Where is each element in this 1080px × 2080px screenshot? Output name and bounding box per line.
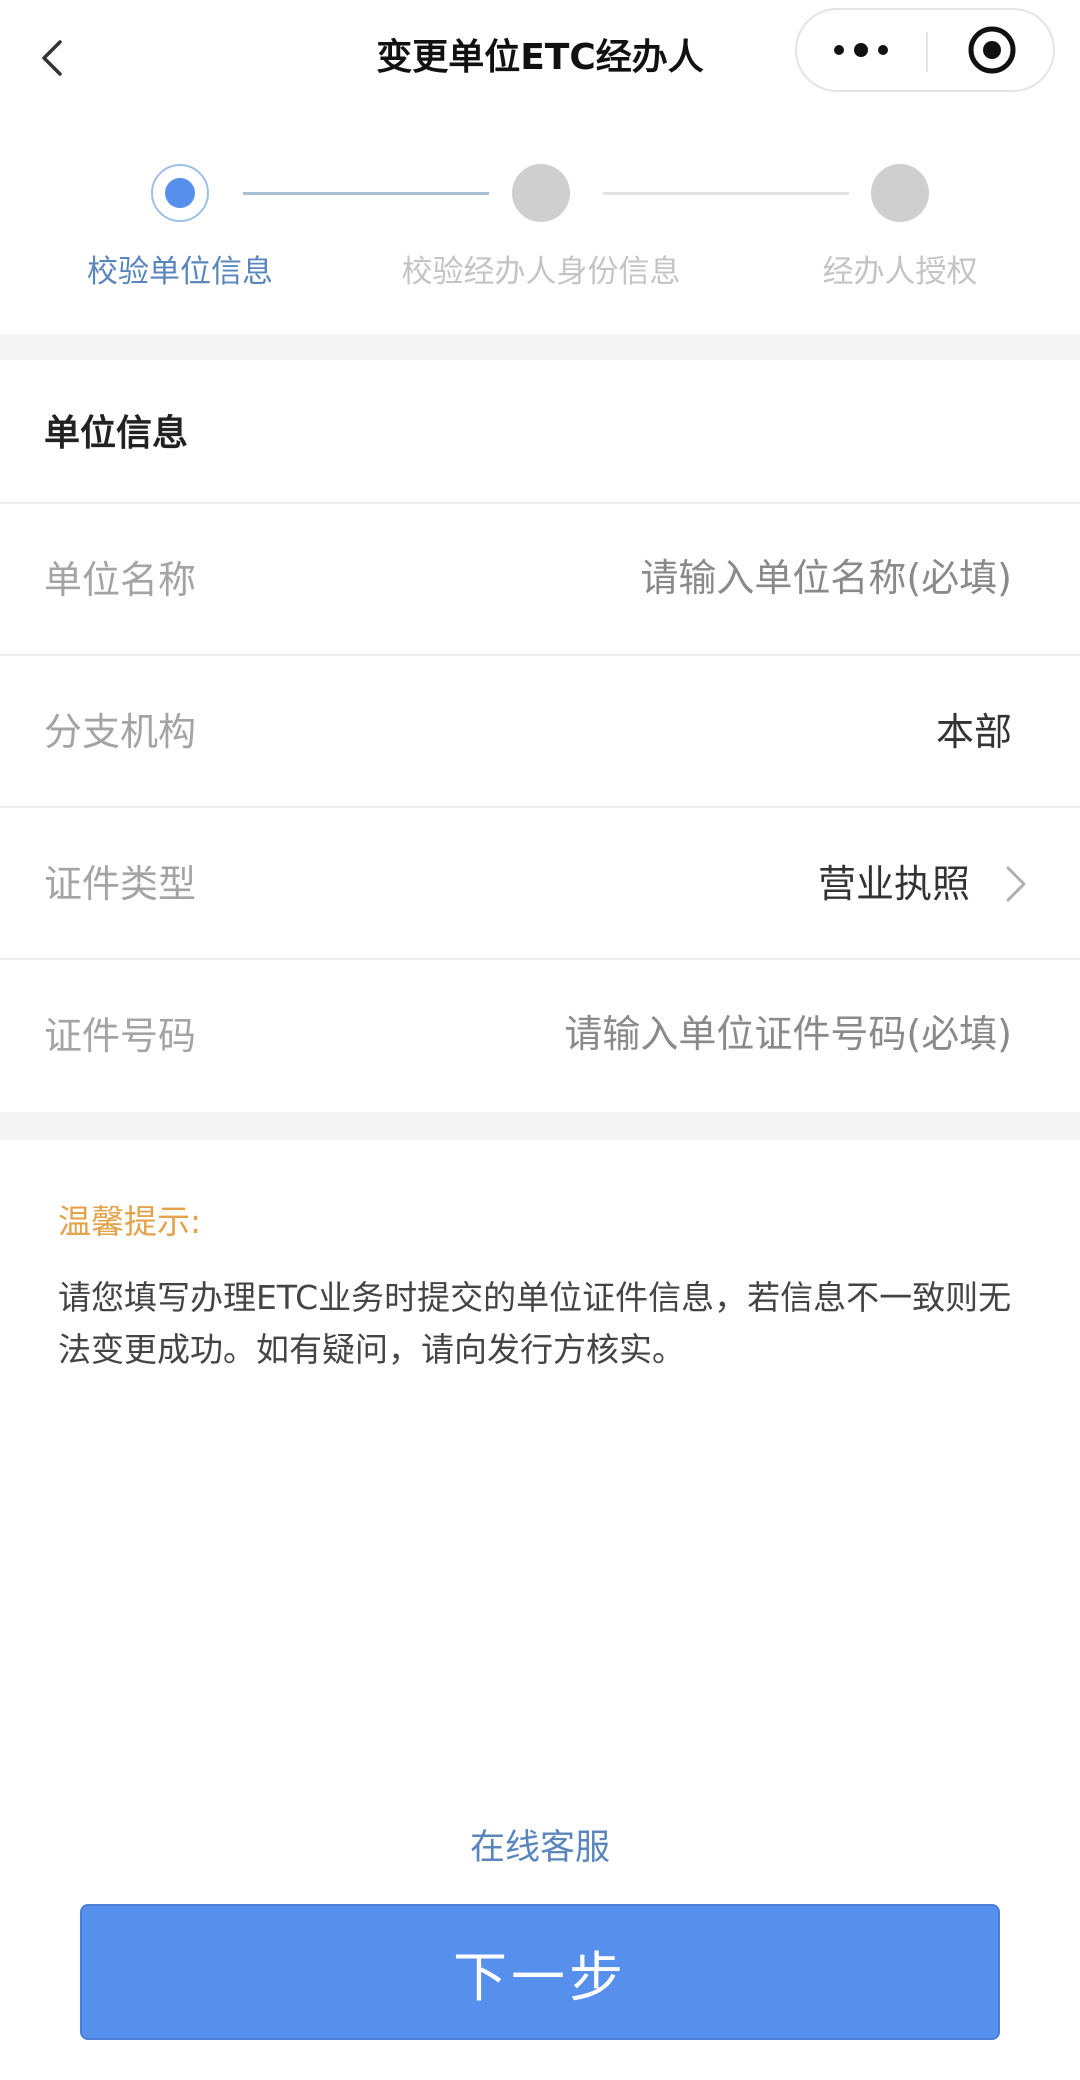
online-service-link[interactable]: 在线客服 <box>390 1822 690 1874</box>
nav-header: 变更单位ETC经办人 <box>0 0 1080 116</box>
field-label: 分支机构 <box>44 710 197 754</box>
more-dots-icon <box>834 43 888 57</box>
certificate-type-value: 营业执照 <box>817 862 970 906</box>
close-button[interactable] <box>928 10 1056 90</box>
step-3-dot <box>871 164 929 222</box>
mini-program-capsule <box>795 8 1055 92</box>
company-name-input[interactable] <box>412 548 1012 608</box>
page-title: 变更单位ETC经办人 <box>376 37 704 78</box>
step-connector-2 <box>603 192 849 195</box>
section-separator <box>0 334 1080 360</box>
step-3-label: 经办人授权 <box>822 254 978 290</box>
field-label: 证件类型 <box>44 862 197 906</box>
chevron-right-icon <box>996 858 1036 910</box>
progress-steps: 校验单位信息 校验经办人身份信息 经办人授权 <box>0 150 1080 310</box>
field-row-branch: 分支机构 本部 <box>0 654 1080 806</box>
more-button[interactable] <box>797 10 925 90</box>
field-row-certificate-number: 证件号码 <box>0 958 1080 1110</box>
page: 变更单位ETC经办人 校验单位信息 校验经办人身份信息 经办人授权 单位信息 单… <box>0 0 1080 2080</box>
field-label: 单位名称 <box>44 558 197 602</box>
target-close-icon <box>968 26 1016 74</box>
step-2-dot <box>512 164 570 222</box>
tips-title: 温馨提示: <box>58 1202 202 1241</box>
section-separator <box>0 1112 1080 1140</box>
back-button[interactable] <box>28 26 76 90</box>
next-step-button[interactable]: 下一步 <box>80 1904 1000 2040</box>
field-row-company-name: 单位名称 <box>0 502 1080 654</box>
branch-value: 本部 <box>935 710 1012 754</box>
field-label: 证件号码 <box>44 1014 197 1058</box>
step-1-dot <box>151 164 209 222</box>
step-connector-1 <box>243 192 489 195</box>
step-2-label: 校验经办人身份信息 <box>401 254 681 290</box>
chevron-left-icon <box>42 40 62 76</box>
tips-text: 请您填写办理ETC业务时提交的单位证件信息，若信息不一致则无法变更成功。如有疑问… <box>58 1278 1012 1369</box>
certificate-number-input[interactable] <box>412 1004 1012 1064</box>
field-row-certificate-type[interactable]: 证件类型 营业执照 <box>0 806 1080 958</box>
section-title: 单位信息 <box>44 413 189 454</box>
step-1-label: 校验单位信息 <box>87 254 273 290</box>
